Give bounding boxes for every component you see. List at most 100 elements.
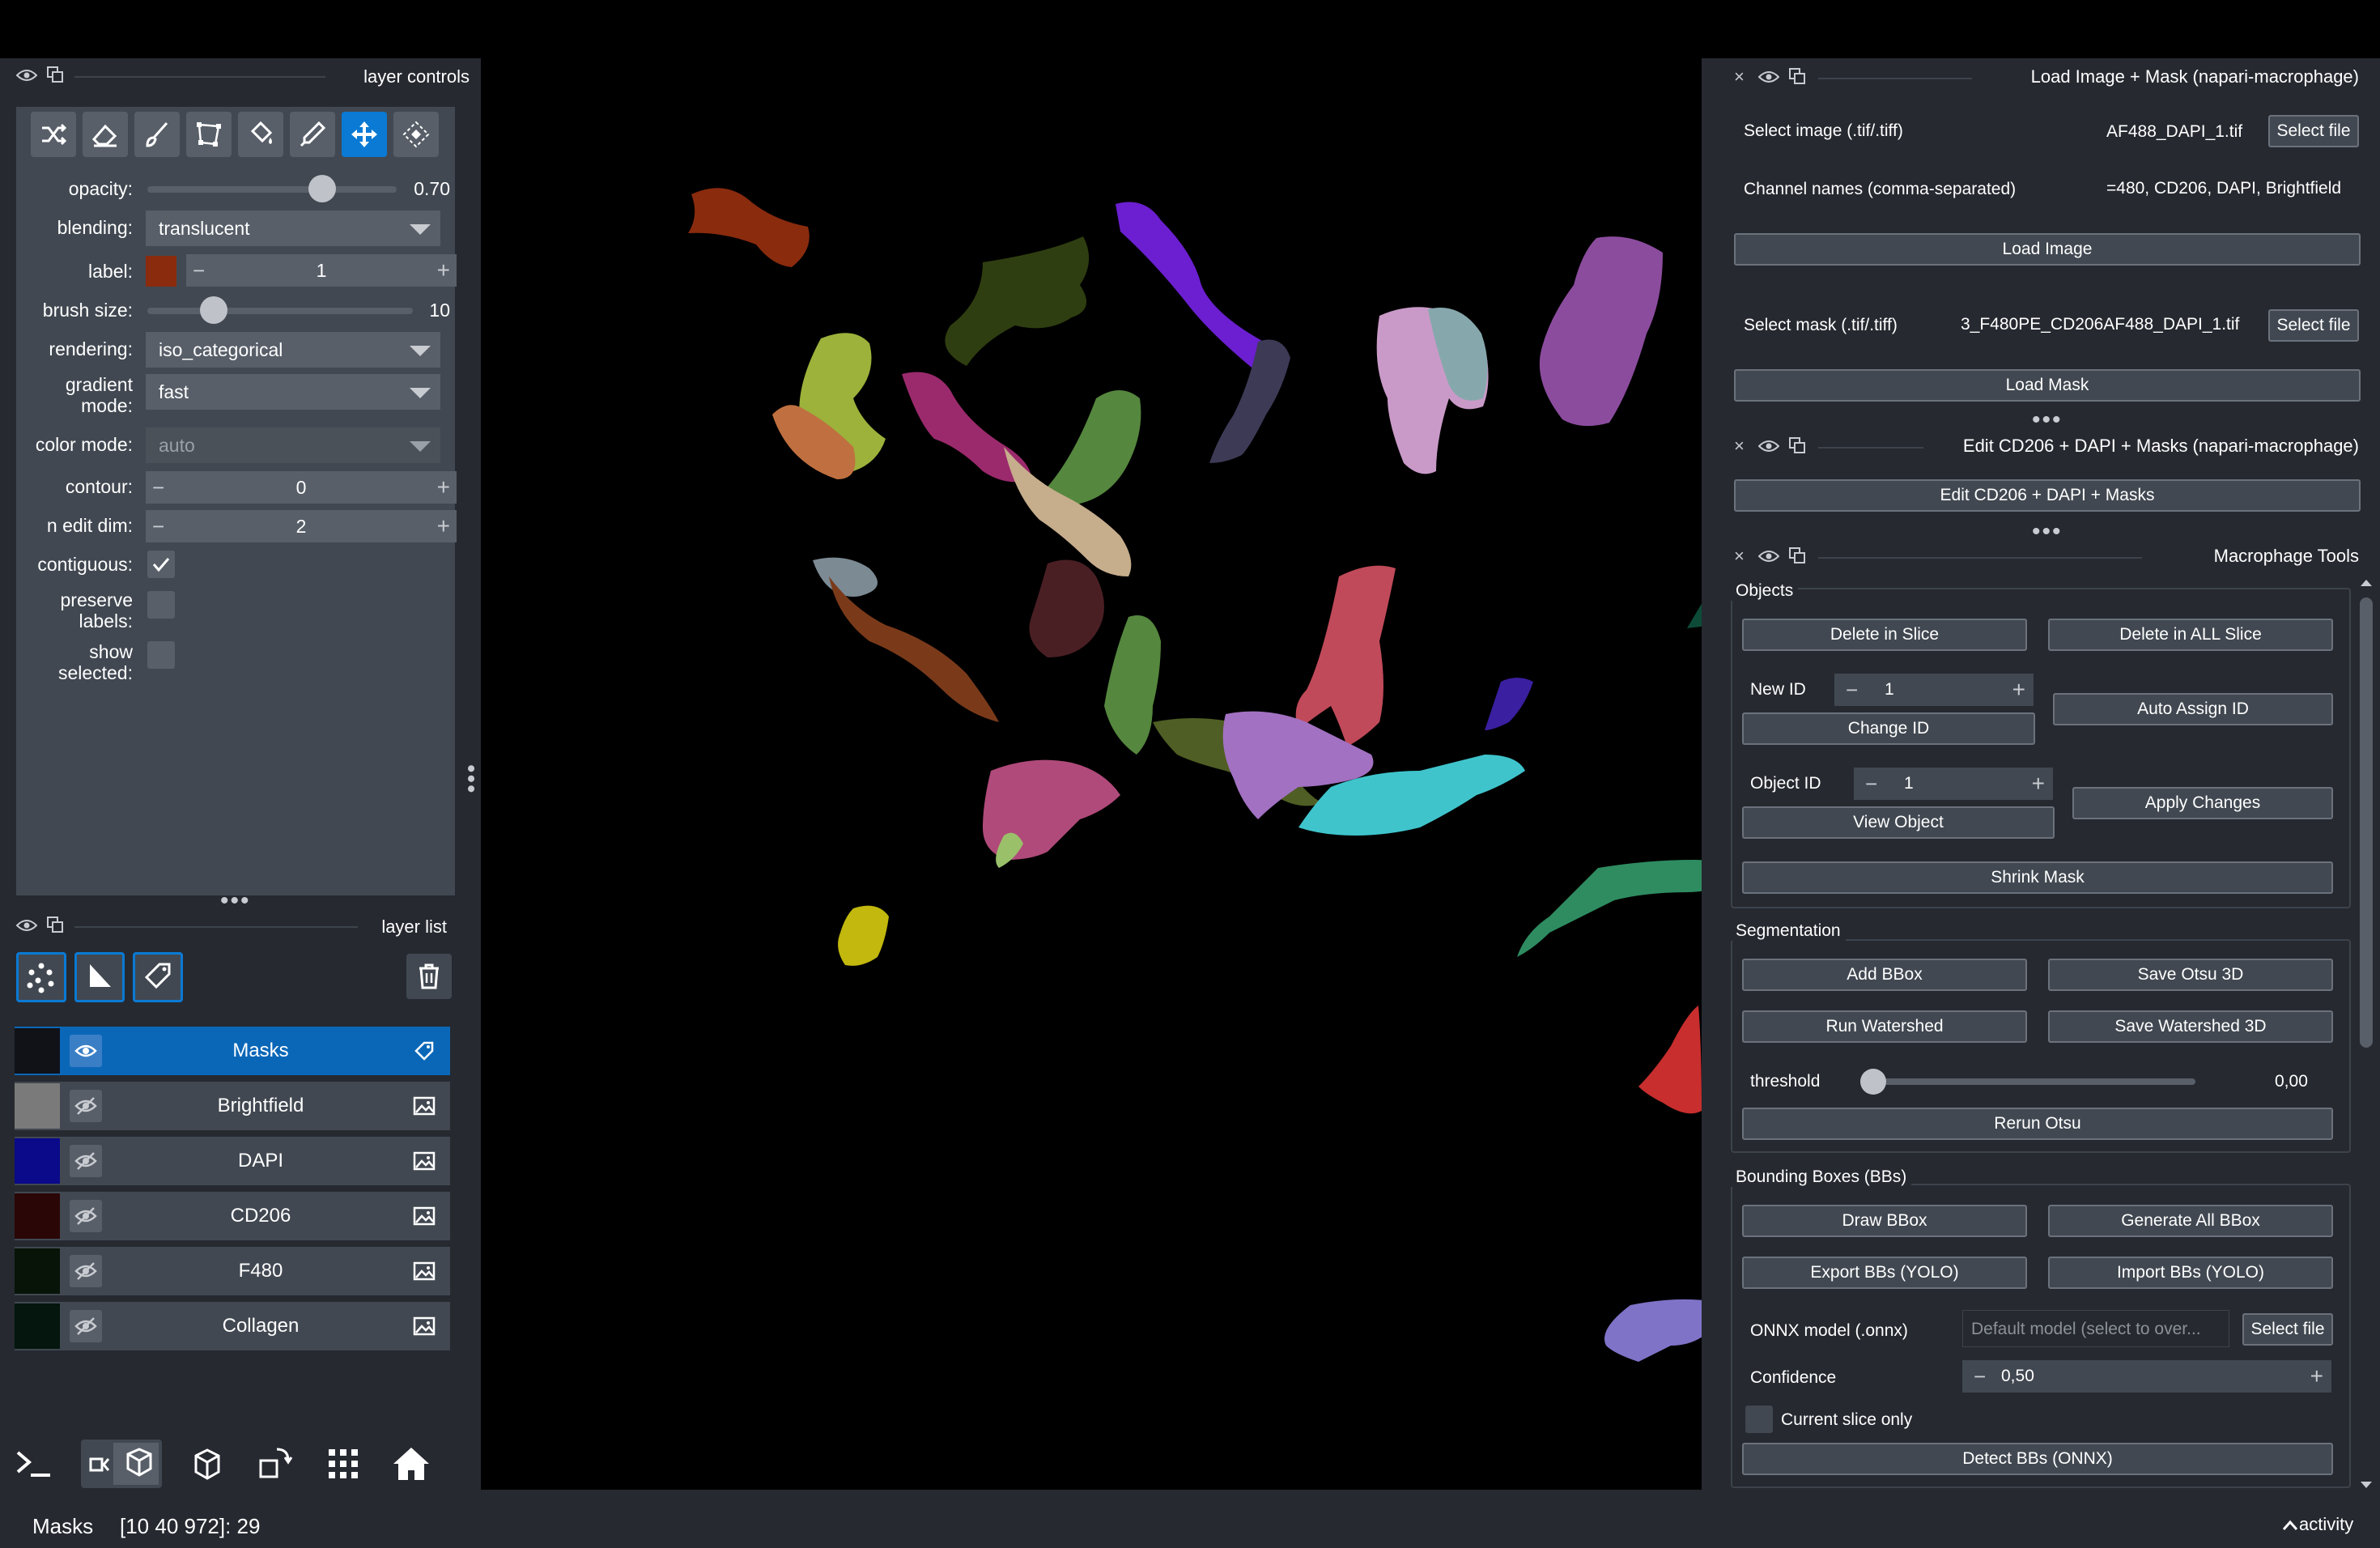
- new-id-spinbox[interactable]: − 1 +: [1834, 674, 2034, 706]
- label-color-swatch[interactable]: [146, 256, 176, 287]
- decrement-icon[interactable]: −: [152, 510, 164, 542]
- color-picker-button[interactable]: [290, 112, 335, 157]
- object-id-spinbox[interactable]: − 1 +: [1854, 768, 2053, 800]
- change-id-button[interactable]: Change ID: [1742, 712, 2035, 745]
- undock-icon[interactable]: [47, 66, 63, 83]
- load-mask-button[interactable]: Load Mask: [1734, 369, 2361, 402]
- threshold-slider-thumb[interactable]: [1860, 1069, 1886, 1095]
- rerun-otsu-button[interactable]: Rerun Otsu: [1742, 1108, 2333, 1140]
- polygon-button[interactable]: [186, 112, 232, 157]
- splitter-dots[interactable]: •••: [220, 889, 251, 913]
- float-eye-icon[interactable]: [16, 918, 37, 933]
- increment-icon[interactable]: +: [2032, 768, 2045, 800]
- increment-icon[interactable]: +: [437, 471, 450, 504]
- undock-icon[interactable]: [1789, 437, 1805, 453]
- detect-bbs-button[interactable]: Detect BBs (ONNX): [1742, 1443, 2333, 1475]
- label-spinbox[interactable]: − 1 +: [186, 254, 457, 287]
- increment-icon[interactable]: +: [2310, 1360, 2323, 1393]
- decrement-icon[interactable]: −: [1865, 768, 1877, 800]
- increment-icon[interactable]: +: [437, 510, 450, 542]
- draw-bbox-button[interactable]: Draw BBox: [1742, 1205, 2027, 1237]
- fill-bucket-button[interactable]: [238, 112, 283, 157]
- reset-view-button[interactable]: [387, 1440, 436, 1488]
- select-mask-button[interactable]: Select file: [2268, 309, 2359, 342]
- view-object-button[interactable]: View Object: [1742, 806, 2055, 839]
- undock-icon[interactable]: [47, 916, 63, 933]
- generate-all-bbox-button[interactable]: Generate All BBox: [2048, 1205, 2333, 1237]
- paintbrush-button[interactable]: [134, 112, 180, 157]
- decrement-icon[interactable]: −: [1846, 674, 1858, 706]
- rendering-select[interactable]: iso_categorical: [146, 332, 440, 368]
- close-icon[interactable]: ×: [1734, 66, 1745, 87]
- mask-path-field[interactable]: 3_F480PE_CD206AF488_DAPI_1.tif: [1954, 306, 2255, 343]
- contour-spinbox[interactable]: − 0 +: [146, 471, 457, 504]
- shuffle-colors-button[interactable]: [31, 112, 76, 157]
- run-watershed-button[interactable]: Run Watershed: [1742, 1010, 2027, 1043]
- roll-dims-button[interactable]: [183, 1440, 232, 1488]
- undock-icon[interactable]: [1789, 68, 1805, 84]
- new-shapes-layer-button[interactable]: [74, 952, 125, 1002]
- increment-icon[interactable]: +: [437, 254, 450, 287]
- float-eye-icon[interactable]: [1758, 549, 1779, 563]
- undock-icon[interactable]: [1789, 547, 1805, 563]
- visibility-eye-icon[interactable]: [70, 1200, 102, 1232]
- layer-row[interactable]: F480: [15, 1247, 450, 1295]
- select-onnx-button[interactable]: Select file: [2242, 1313, 2333, 1346]
- n-edit-dim-spinbox[interactable]: − 2 +: [146, 510, 457, 542]
- save-otsu-3d-button[interactable]: Save Otsu 3D: [2048, 959, 2333, 991]
- delete-in-slice-button[interactable]: Delete in Slice: [1742, 619, 2027, 651]
- layer-row[interactable]: CD206: [15, 1192, 450, 1240]
- visibility-eye-icon[interactable]: [70, 1090, 102, 1122]
- layer-row[interactable]: Collagen: [15, 1302, 450, 1350]
- decrement-icon[interactable]: −: [152, 471, 164, 504]
- ndisplay-toggle-button[interactable]: [81, 1440, 162, 1488]
- decrement-icon[interactable]: −: [1974, 1360, 1986, 1393]
- eraser-button[interactable]: [83, 112, 128, 157]
- opacity-slider-track[interactable]: [147, 186, 397, 193]
- new-points-layer-button[interactable]: [16, 952, 66, 1002]
- scroll-up-icon[interactable]: [2357, 576, 2375, 589]
- close-icon[interactable]: ×: [1734, 436, 1745, 457]
- scrollbar-thumb[interactable]: [2360, 598, 2373, 1048]
- transpose-button[interactable]: [251, 1440, 300, 1488]
- select-image-button[interactable]: Select file: [2268, 115, 2359, 147]
- float-eye-icon[interactable]: [1758, 439, 1779, 453]
- close-icon[interactable]: ×: [1734, 546, 1745, 567]
- image-path-field[interactable]: AF488_DAPI_1.tif: [2100, 113, 2255, 151]
- splitter-dots[interactable]: •••: [2032, 408, 2063, 432]
- activity-button[interactable]: activity: [2281, 1514, 2353, 1535]
- opacity-slider-thumb[interactable]: [308, 175, 336, 202]
- layer-row[interactable]: DAPI: [15, 1137, 450, 1185]
- visibility-eye-icon[interactable]: [70, 1145, 102, 1177]
- float-eye-icon[interactable]: [16, 68, 37, 83]
- grid-mode-button[interactable]: [319, 1440, 368, 1488]
- move-pan-button[interactable]: [342, 112, 387, 157]
- visibility-eye-icon[interactable]: [70, 1255, 102, 1287]
- preserve-labels-checkbox[interactable]: [147, 591, 175, 619]
- shrink-mask-button[interactable]: Shrink Mask: [1742, 861, 2333, 894]
- console-button[interactable]: [11, 1440, 60, 1488]
- float-eye-icon[interactable]: [1758, 70, 1779, 84]
- apply-changes-button[interactable]: Apply Changes: [2072, 787, 2333, 819]
- new-labels-layer-button[interactable]: [133, 952, 183, 1002]
- layer-row[interactable]: Brightfield: [15, 1082, 450, 1130]
- import-bbs-button[interactable]: Import BBs (YOLO): [2048, 1257, 2333, 1289]
- visibility-eye-icon[interactable]: [70, 1310, 102, 1342]
- viewer-canvas[interactable]: [481, 58, 2150, 1480]
- gradient-mode-select[interactable]: fast: [146, 374, 440, 410]
- splitter-dots[interactable]: •••: [2032, 520, 2063, 544]
- auto-assign-id-button[interactable]: Auto Assign ID: [2053, 693, 2333, 725]
- edit-masks-button[interactable]: Edit CD206 + DAPI + Masks: [1734, 479, 2361, 512]
- threshold-slider-track[interactable]: [1860, 1078, 2195, 1085]
- brush-size-slider-track[interactable]: [147, 308, 413, 314]
- tools-scrollbar[interactable]: [2357, 576, 2375, 1499]
- blending-select[interactable]: translucent: [146, 211, 440, 246]
- layer-row[interactable]: Masks: [15, 1027, 450, 1075]
- show-selected-checkbox[interactable]: [147, 641, 175, 669]
- contiguous-checkbox[interactable]: [147, 551, 175, 578]
- visibility-eye-icon[interactable]: [70, 1035, 102, 1067]
- save-watershed-3d-button[interactable]: Save Watershed 3D: [2048, 1010, 2333, 1043]
- load-image-button[interactable]: Load Image: [1734, 233, 2361, 266]
- brush-size-slider-thumb[interactable]: [200, 296, 227, 324]
- channel-names-field[interactable]: =480, CD206, DAPI, Brightfield: [2100, 170, 2359, 207]
